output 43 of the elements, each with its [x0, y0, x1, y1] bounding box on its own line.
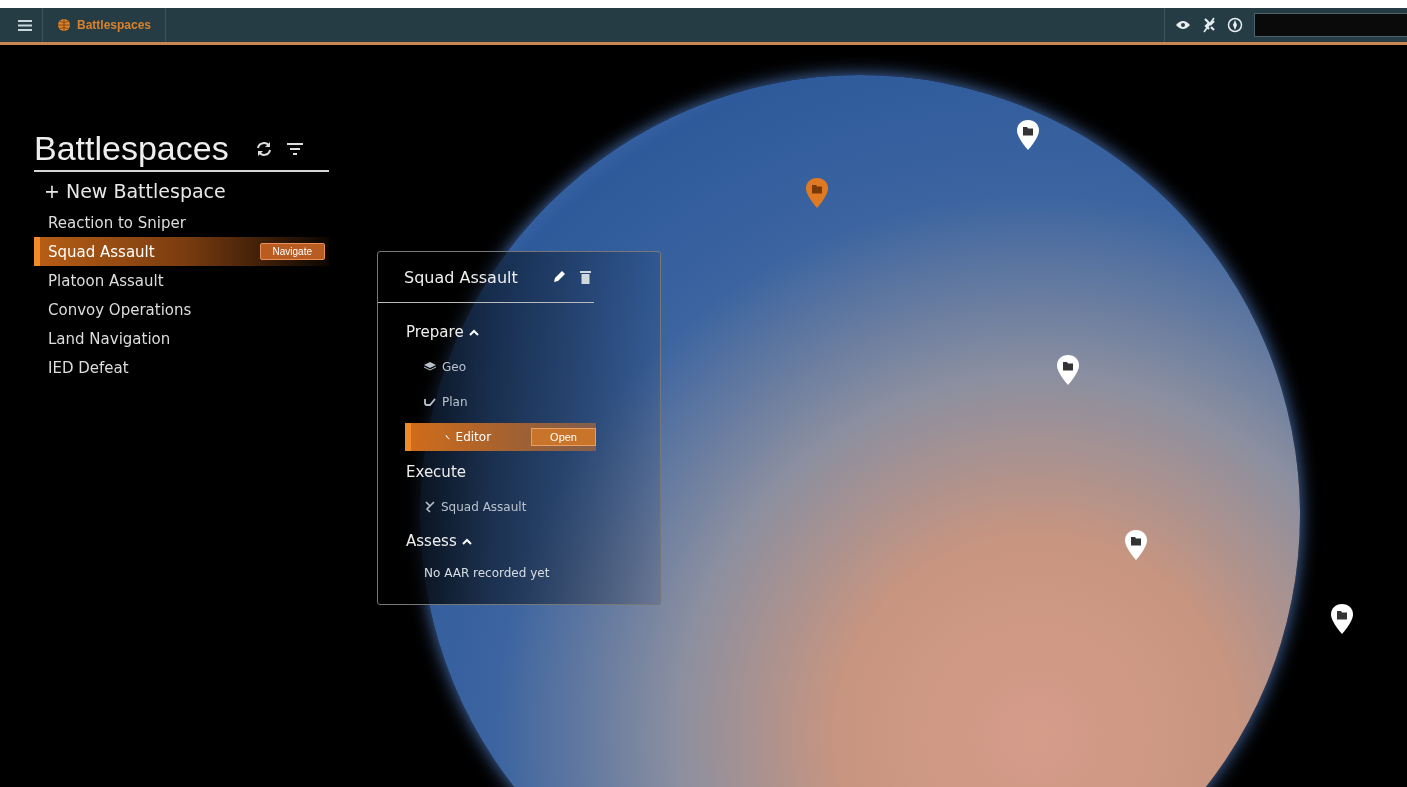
battlespace-name: IED Defeat: [48, 358, 129, 377]
battlespace-list-item[interactable]: Reaction to Sniper: [34, 208, 329, 237]
map-pin-icon[interactable]: [1056, 354, 1080, 386]
satellite-off-icon[interactable]: [1202, 17, 1216, 33]
stage-item[interactable]: Squad Assault: [378, 489, 660, 524]
search-field[interactable]: [1254, 13, 1407, 37]
globe-icon: [57, 18, 71, 32]
chevron-icon: [461, 537, 472, 545]
refresh-icon[interactable]: [254, 140, 273, 157]
stage-item[interactable]: Plan: [378, 384, 660, 419]
trash-icon[interactable]: [579, 270, 591, 284]
filter-icon[interactable]: [286, 142, 303, 155]
map-pin-icon[interactable]: [1124, 529, 1148, 561]
eye-icon[interactable]: [1175, 20, 1191, 30]
navigate-button[interactable]: Navigate: [259, 243, 325, 260]
panel-title: Squad Assault: [404, 267, 518, 287]
compass-icon[interactable]: [1227, 17, 1243, 33]
stage-item[interactable]: Editor Open: [405, 423, 596, 451]
battlespace-name: Convoy Operations: [48, 300, 192, 319]
section-header: Execute: [405, 462, 467, 483]
stage-item[interactable]: Geo: [378, 349, 660, 384]
chevron-icon: [468, 328, 479, 336]
battlespace-list-item[interactable]: Squad Assault Navigate: [34, 237, 329, 266]
sidebar-title: Battlespaces: [34, 129, 229, 168]
section-header[interactable]: Prepare: [378, 315, 660, 349]
pencil-icon[interactable]: [551, 270, 566, 284]
open-button[interactable]: Open: [531, 428, 596, 446]
map-pin-icon[interactable]: [1330, 603, 1354, 635]
battlespace-name: Platoon Assault: [48, 271, 164, 290]
layers-icon: [424, 362, 436, 371]
route-icon: [424, 397, 436, 406]
section-note: No AAR recorded yet: [423, 565, 551, 582]
app-tab[interactable]: Battlespaces: [43, 8, 167, 42]
battlespace-list-item[interactable]: Land Navigation: [34, 324, 329, 353]
battlespace-list-item[interactable]: IED Defeat: [34, 353, 329, 382]
map-pin-icon[interactable]: [1016, 119, 1040, 151]
battlespace-name: Squad Assault: [48, 242, 155, 261]
battlespace-name: Reaction to Sniper: [48, 213, 186, 232]
new-battlespace-button[interactable]: + New Battlespace: [34, 172, 226, 208]
battlespace-list-item[interactable]: Convoy Operations: [34, 295, 329, 324]
section-header[interactable]: Assess: [378, 524, 660, 558]
battlespace-name: Land Navigation: [48, 329, 171, 348]
battlespace-list-item[interactable]: Platoon Assault: [34, 266, 329, 295]
